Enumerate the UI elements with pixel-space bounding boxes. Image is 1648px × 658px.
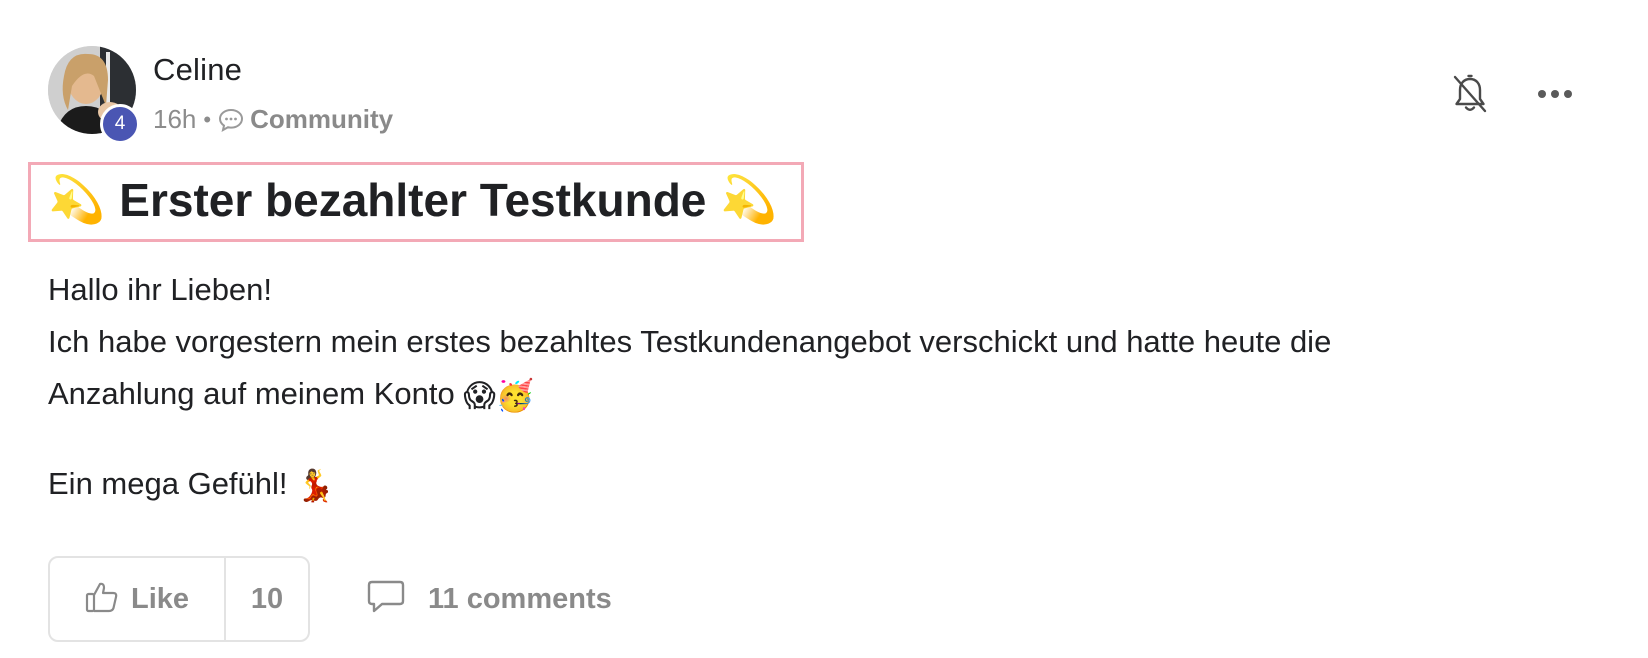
- body-line: Anzahlung auf meinem Konto 😱🥳: [48, 368, 1588, 422]
- mute-notifications-button[interactable]: [1448, 72, 1492, 120]
- comments-button[interactable]: 11 comments: [366, 575, 612, 623]
- scream-party-emoji-icon: 😱🥳: [463, 377, 535, 413]
- like-count[interactable]: 10: [226, 583, 308, 616]
- more-horizontal-icon: [1537, 86, 1573, 104]
- more-options-button[interactable]: [1534, 80, 1576, 110]
- body-line: Ich habe vorgestern mein erstes bezahlte…: [48, 324, 1332, 359]
- author-name[interactable]: Celine: [153, 52, 242, 88]
- post-meta: 16h • Community: [153, 104, 393, 135]
- post-time: 16h: [153, 104, 197, 134]
- body-line-text: Ein mega Gefühl!: [48, 465, 288, 501]
- author-avatar[interactable]: 4: [48, 46, 140, 144]
- comments-label: 11 comments: [428, 582, 612, 615]
- community-post: 4 Celine 16h • Community 💫 Erster bezahl…: [0, 0, 1648, 658]
- body-line: Ein mega Gefühl! 💃: [48, 458, 1588, 512]
- thumbs-up-icon: [85, 581, 119, 618]
- post-title[interactable]: 💫 Erster bezahlter Testkunde 💫: [48, 172, 778, 227]
- body-line: Hallo ihr Lieben!: [48, 272, 273, 307]
- dizzy-emoji-icon: 💫: [720, 173, 778, 225]
- like-label: Like: [130, 582, 190, 615]
- level-badge: 4: [100, 104, 140, 144]
- comment-icon: [366, 579, 406, 620]
- post-title-text: Erster bezahlter Testkunde: [119, 173, 707, 226]
- meta-separator: •: [203, 106, 212, 132]
- like-button[interactable]: Like: [50, 558, 226, 640]
- speech-bubble-icon: [218, 108, 244, 132]
- body-line-text: Anzahlung auf meinem Konto: [48, 376, 455, 411]
- post-body: Hallo ihr Lieben! Ich habe vorgestern me…: [48, 264, 1588, 512]
- dancer-emoji-icon: 💃: [296, 467, 335, 503]
- bell-off-icon: [1452, 74, 1488, 119]
- dizzy-emoji-icon: 💫: [48, 173, 106, 225]
- like-group: Like 10: [48, 556, 310, 642]
- channel-link[interactable]: Community: [250, 104, 393, 135]
